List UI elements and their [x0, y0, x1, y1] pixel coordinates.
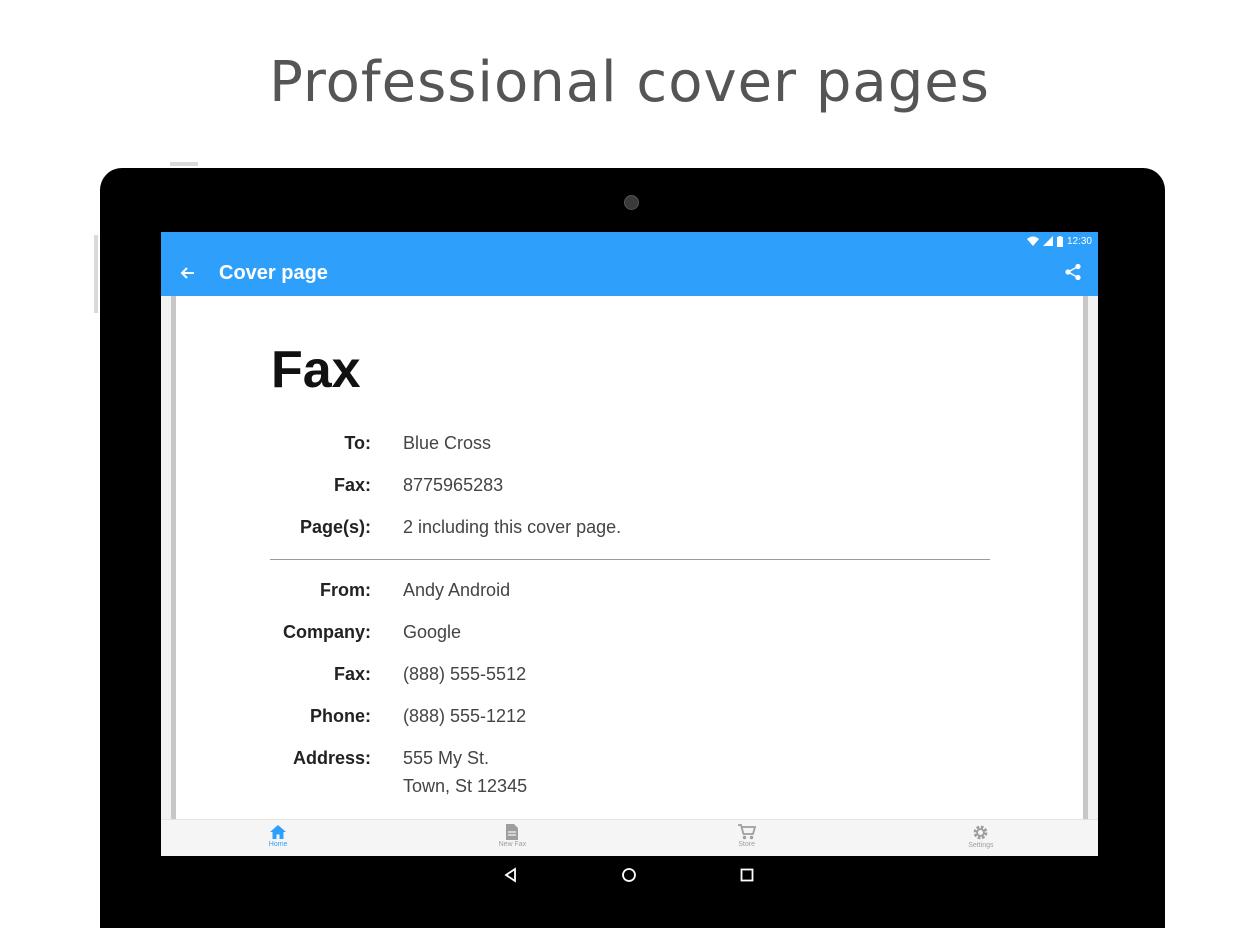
status-time: 12:30	[1066, 235, 1092, 247]
nav-label: Home	[268, 841, 288, 848]
field-row-sender-fax: Fax: (888) 555-5512	[176, 664, 1076, 688]
wifi-icon	[1026, 236, 1039, 246]
battery-icon	[1056, 235, 1063, 247]
signal-icon	[1042, 236, 1053, 246]
screen: 12:30 Cover page Fax To: Blue Cross Fax:…	[161, 232, 1098, 856]
field-value: (888) 555-1212	[403, 706, 527, 726]
volume-button	[170, 162, 198, 166]
field-label: Phone:	[310, 706, 371, 726]
field-value: 8775965283	[403, 475, 504, 495]
nav-label: New Fax	[498, 841, 527, 848]
nav-label: Store	[738, 841, 755, 848]
status-bar: 12:30	[161, 232, 1098, 250]
field-value: Blue Cross	[403, 433, 492, 453]
field-label: Fax:	[333, 664, 371, 684]
field-value-line2: Town, St 12345	[403, 776, 528, 796]
field-row-from: From: Andy Android	[176, 580, 1076, 604]
headline: Professional cover pages	[269, 50, 990, 115]
field-label: Address:	[292, 748, 371, 768]
field-row-fax: Fax: 8775965283	[176, 475, 1076, 499]
app-bar: Cover page	[161, 250, 1098, 296]
cover-page: Fax To: Blue Cross Fax: 8775965283 Page(…	[171, 296, 1088, 819]
field-value: Andy Android	[403, 580, 511, 600]
nav-item-home[interactable]: Home	[161, 820, 395, 856]
divider	[270, 559, 990, 560]
system-navigation-bar	[161, 856, 1098, 900]
field-value: 555 My St.	[403, 748, 490, 768]
app-bar-title: Cover page	[219, 262, 328, 284]
nav-item-new-fax[interactable]: New Fax	[395, 820, 629, 856]
back-arrow-icon[interactable]	[179, 264, 197, 282]
document-viewer[interactable]: Fax To: Blue Cross Fax: 8775965283 Page(…	[161, 296, 1098, 819]
field-value: (888) 555-5512	[403, 664, 527, 684]
field-row-address: Address: 555 My St. Town, St 12345	[176, 748, 1076, 804]
field-label: Fax:	[333, 475, 371, 495]
cover-title: Fax	[271, 341, 361, 399]
home-icon	[270, 825, 287, 839]
gear-icon	[973, 825, 988, 840]
field-row-phone: Phone: (888) 555-1212	[176, 706, 1076, 730]
field-row-pages: Page(s): 2 including this cover page.	[176, 517, 1076, 541]
nav-item-store[interactable]: Store	[630, 820, 864, 856]
power-button	[94, 235, 98, 313]
front-camera	[624, 195, 639, 210]
field-row-to: To: Blue Cross	[176, 433, 1076, 457]
cart-icon	[737, 824, 756, 840]
document-icon	[506, 824, 519, 840]
field-value: Google	[403, 622, 462, 642]
field-label: Company:	[282, 622, 371, 642]
field-label: From:	[320, 580, 371, 600]
field-label: To:	[344, 433, 371, 453]
system-recents-icon[interactable]	[738, 866, 756, 884]
bottom-nav: Home New Fax Store Settings	[161, 819, 1098, 856]
share-icon[interactable]	[1064, 263, 1082, 281]
field-value: 2 including this cover page.	[403, 517, 622, 537]
field-row-company: Company: Google	[176, 622, 1076, 646]
nav-label: Settings	[968, 842, 994, 849]
field-label: Page(s):	[299, 517, 371, 537]
system-home-icon[interactable]	[620, 866, 638, 884]
system-back-icon[interactable]	[502, 866, 520, 884]
nav-item-settings[interactable]: Settings	[864, 820, 1098, 856]
